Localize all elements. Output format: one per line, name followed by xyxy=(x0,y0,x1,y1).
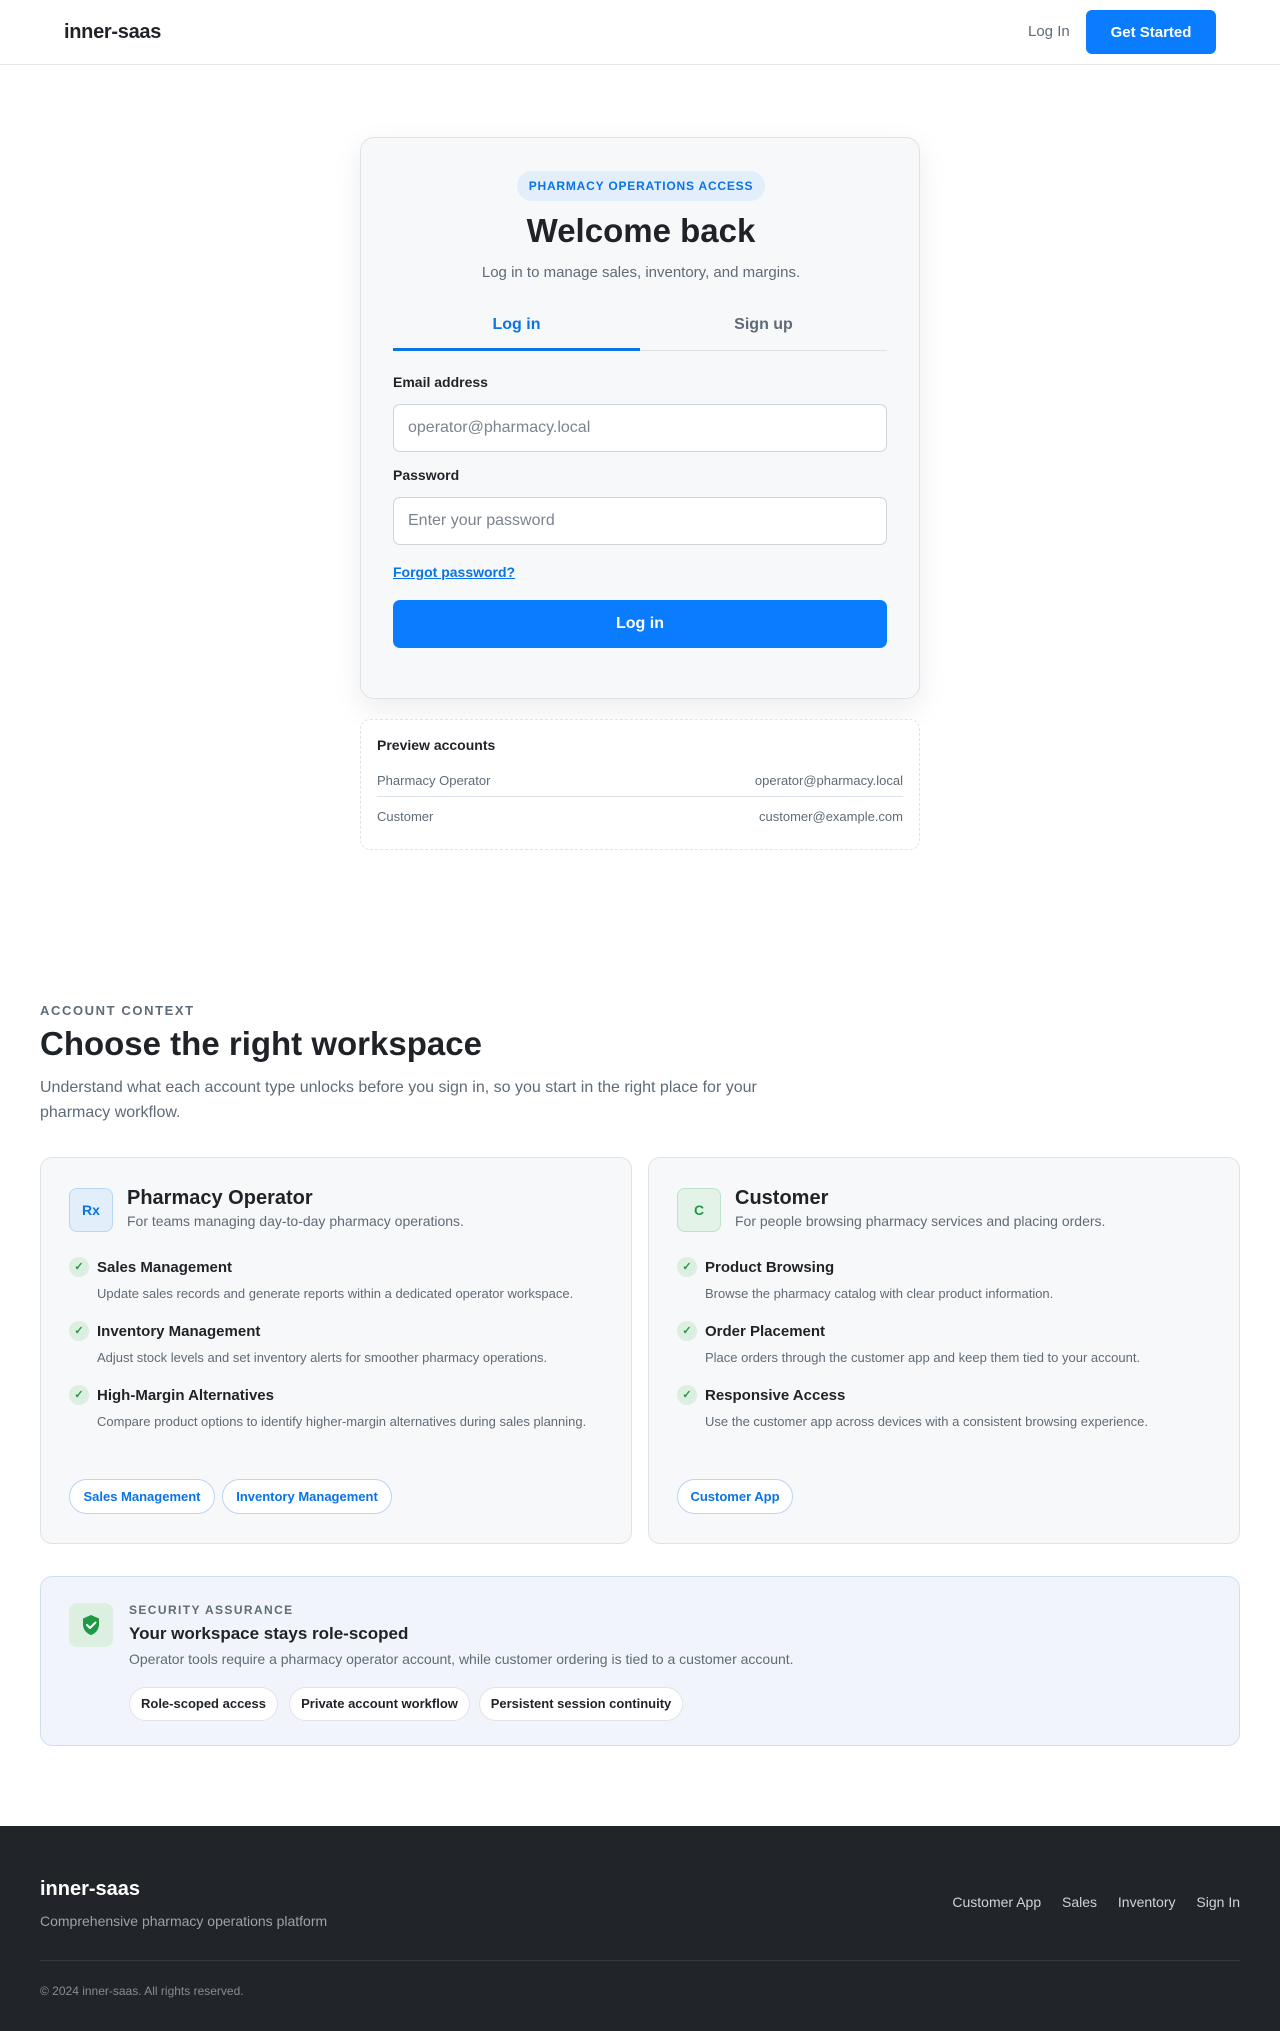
nav-login-link[interactable]: Log In xyxy=(1028,23,1070,40)
password-field[interactable] xyxy=(393,497,887,545)
rx-badge-icon: Rx xyxy=(69,1188,113,1232)
workspace-name: Pharmacy Operator xyxy=(127,1187,313,1209)
check-icon: ✓ xyxy=(69,1321,89,1341)
workspace-name: Customer xyxy=(735,1187,829,1209)
workspace-description: For people browsing pharmacy services an… xyxy=(735,1213,1106,1229)
auth-tabs: Log in Sign up xyxy=(393,311,887,351)
security-eyebrow: SECURITY ASSURANCE xyxy=(129,1603,294,1617)
footer-brand: inner-saas xyxy=(40,1878,141,1900)
feature-title: High-Margin Alternatives xyxy=(97,1387,274,1404)
chip-role-scoped-access: Role-scoped access xyxy=(129,1687,278,1721)
auth-subtitle: Log in to manage sales, inventory, and m… xyxy=(481,264,801,281)
feature-title: Responsive Access xyxy=(705,1387,846,1404)
chip-persistent-session-continuity: Persistent session continuity xyxy=(479,1687,683,1721)
check-icon: ✓ xyxy=(677,1321,697,1341)
preview-account-row[interactable]: Customer customer@example.com xyxy=(377,798,903,833)
feature-title: Order Placement xyxy=(705,1323,826,1340)
get-started-button[interactable]: Get Started xyxy=(1086,10,1216,54)
chip-private-account-workflow: Private account workflow xyxy=(289,1687,470,1721)
preview-account-role: Customer xyxy=(377,809,434,824)
account-context-eyebrow: ACCOUNT CONTEXT xyxy=(40,1003,195,1018)
preview-accounts-panel: Preview accounts Pharmacy Operator opera… xyxy=(360,719,920,850)
forgot-password-link[interactable]: Forgot password? xyxy=(393,564,515,580)
footer-link-sign-in[interactable]: Sign In xyxy=(1196,1894,1240,1910)
top-navbar: inner-saas Log In Get Started xyxy=(0,0,1280,65)
footer-nav: Customer App Sales Inventory Sign In xyxy=(935,1894,1240,1910)
preview-account-role: Pharmacy Operator xyxy=(377,773,491,788)
account-context-title: Choose the right workspace xyxy=(40,1025,482,1062)
shield-check-icon xyxy=(69,1603,113,1647)
workspace-card-customer: C Customer For people browsing pharmacy … xyxy=(648,1157,1240,1544)
workspace-card-pharmacy-operator: Rx Pharmacy Operator For teams managing … xyxy=(40,1157,632,1544)
password-label: Password xyxy=(393,467,460,483)
footer-copyright: © 2024 inner-saas. All rights reserved. xyxy=(40,1984,244,1998)
footer-link-customer-app[interactable]: Customer App xyxy=(952,1894,1041,1910)
chip-sales-management[interactable]: Sales Management xyxy=(69,1479,215,1514)
tab-log-in[interactable]: Log in xyxy=(393,311,640,351)
feature-description: Adjust stock levels and set inventory al… xyxy=(97,1350,548,1365)
log-in-submit-button[interactable]: Log in xyxy=(393,600,887,648)
chip-customer-app[interactable]: Customer App xyxy=(677,1479,793,1514)
footer-link-inventory[interactable]: Inventory xyxy=(1118,1894,1176,1910)
preview-account-email: operator@pharmacy.local xyxy=(754,773,903,788)
feature-title: Product Browsing xyxy=(705,1259,835,1276)
footer-tagline: Comprehensive pharmacy operations platfo… xyxy=(40,1913,328,1929)
feature-description: Use the customer app across devices with… xyxy=(705,1414,1148,1429)
chip-inventory-management[interactable]: Inventory Management xyxy=(222,1479,392,1514)
workspace-description: For teams managing day-to-day pharmacy o… xyxy=(127,1213,464,1229)
auth-eyebrow-badge: PHARMACY OPERATIONS ACCESS xyxy=(517,171,765,201)
check-icon: ✓ xyxy=(677,1385,697,1405)
preview-account-row[interactable]: Pharmacy Operator operator@pharmacy.loca… xyxy=(377,762,903,797)
auth-card: PHARMACY OPERATIONS ACCESS Welcome back … xyxy=(360,137,920,699)
footer-divider xyxy=(40,1960,1240,1961)
email-field[interactable] xyxy=(393,404,887,452)
customer-badge-icon: C xyxy=(677,1188,721,1232)
email-label: Email address xyxy=(393,374,488,390)
footer-link-sales[interactable]: Sales xyxy=(1062,1894,1097,1910)
preview-accounts-title: Preview accounts xyxy=(377,737,496,753)
preview-account-email: customer@example.com xyxy=(759,809,903,824)
feature-description: Compare product options to identify high… xyxy=(97,1414,587,1429)
security-assurance-panel: SECURITY ASSURANCE Your workspace stays … xyxy=(40,1576,1240,1746)
check-icon: ✓ xyxy=(677,1257,697,1277)
check-icon: ✓ xyxy=(69,1385,89,1405)
check-icon: ✓ xyxy=(69,1257,89,1277)
feature-title: Inventory Management xyxy=(97,1323,261,1340)
site-footer: inner-saas Comprehensive pharmacy operat… xyxy=(0,1826,1280,2031)
auth-title: Welcome back xyxy=(526,212,756,249)
feature-description: Update sales records and generate report… xyxy=(97,1286,574,1301)
tab-sign-up[interactable]: Sign up xyxy=(640,311,887,351)
feature-description: Browse the pharmacy catalog with clear p… xyxy=(705,1286,1054,1301)
feature-title: Sales Management xyxy=(97,1259,233,1276)
security-description: Operator tools require a pharmacy operat… xyxy=(129,1651,794,1667)
feature-description: Place orders through the customer app an… xyxy=(705,1350,1141,1365)
account-context-subtitle: Understand what each account type unlock… xyxy=(40,1079,757,1121)
security-title: Your workspace stays role-scoped xyxy=(129,1624,409,1643)
brand-logo[interactable]: inner-saas xyxy=(64,21,161,44)
